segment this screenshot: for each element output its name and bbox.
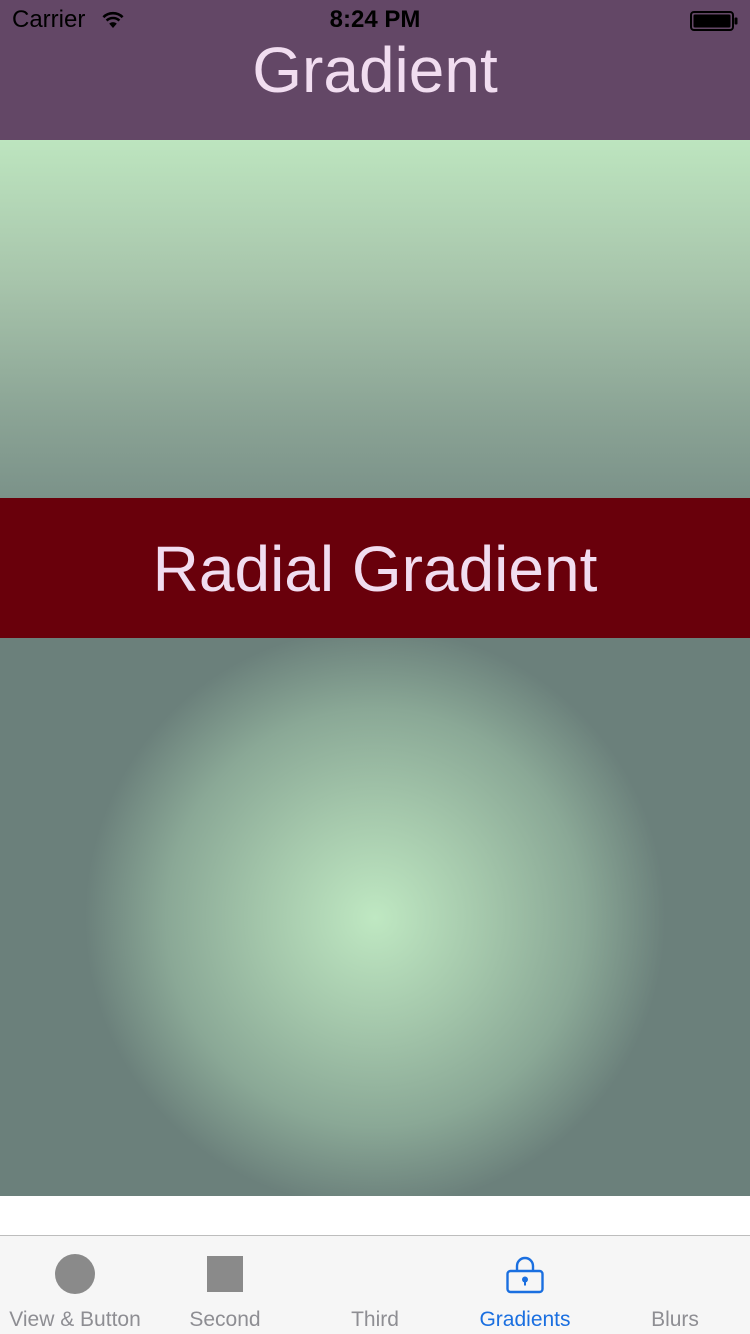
nav-title: Gradient (252, 34, 498, 106)
gradient-screen: Carrier 8:24 PM Gradient Radial Gradient… (0, 0, 750, 1334)
tab-view-and-button[interactable]: View & Button (0, 1236, 150, 1334)
tab-label: Third (351, 1308, 399, 1331)
circle-icon (55, 1254, 95, 1294)
square-icon (205, 1254, 245, 1294)
tab-second[interactable]: Second (150, 1236, 300, 1334)
tab-label: Second (189, 1308, 261, 1331)
navigation-header: Carrier 8:24 PM Gradient (0, 0, 750, 140)
tab-label: Blurs (651, 1308, 699, 1331)
circle-shape (55, 1254, 95, 1294)
tab-label: Gradients (479, 1308, 571, 1331)
radial-gradient-view (0, 638, 750, 1196)
tab-label: View & Button (9, 1308, 141, 1331)
square-shape (207, 1256, 243, 1292)
tab-blurs[interactable]: Blurs (600, 1236, 750, 1334)
lock-icon (506, 1256, 544, 1294)
linear-gradient-view (0, 140, 750, 498)
tab-gradients[interactable]: Gradients (450, 1236, 600, 1334)
battery-icon (690, 11, 738, 31)
status-time: 8:24 PM (329, 6, 421, 33)
tab-third[interactable]: Third (300, 1236, 450, 1334)
tab-bar: View & Button Second Third Gradients Blu… (0, 1235, 750, 1334)
radial-gradient-title: Radial Gradient (152, 533, 598, 605)
